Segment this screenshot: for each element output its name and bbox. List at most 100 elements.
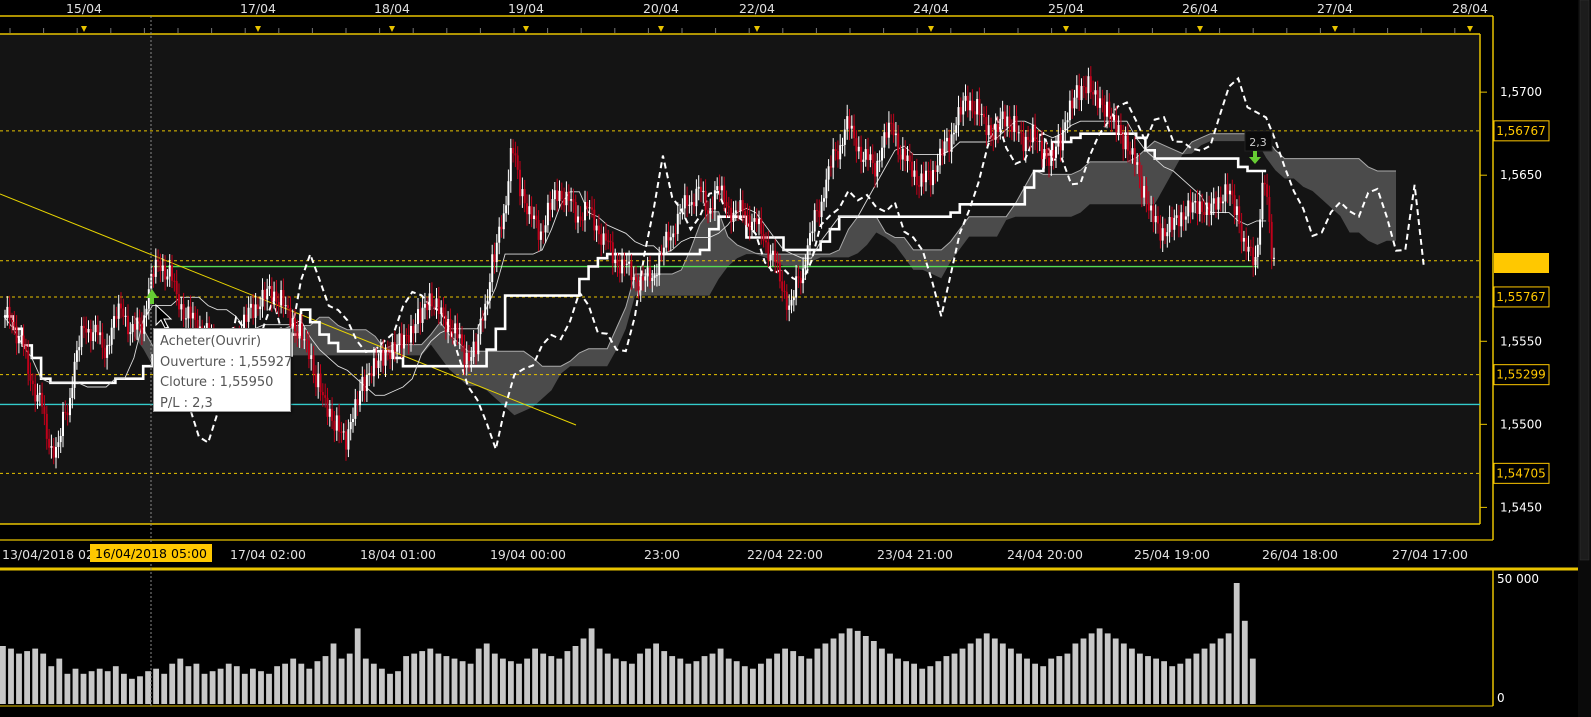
candle-body[interactable] <box>493 254 496 263</box>
candle-body[interactable] <box>1235 206 1238 215</box>
candle-body[interactable] <box>1057 135 1060 147</box>
candle-body[interactable] <box>180 304 183 310</box>
volume-bar[interactable] <box>564 651 571 704</box>
candle-body[interactable] <box>1191 202 1194 213</box>
candle-body[interactable] <box>122 308 125 317</box>
candle-body[interactable] <box>1106 101 1108 117</box>
candle-body[interactable] <box>78 347 81 351</box>
candle-body[interactable] <box>653 275 656 278</box>
candle-body[interactable] <box>1147 202 1150 211</box>
volume-bar[interactable] <box>322 656 329 704</box>
candle-body[interactable] <box>305 339 308 341</box>
volume-bar[interactable] <box>999 643 1006 705</box>
candle-body[interactable] <box>115 316 118 319</box>
candle-body[interactable] <box>1108 101 1111 118</box>
volume-bar[interactable] <box>556 658 563 704</box>
candle-body[interactable] <box>869 154 872 161</box>
candle-body[interactable] <box>732 212 735 222</box>
candle-body[interactable] <box>173 280 176 282</box>
candle-body[interactable] <box>871 154 874 163</box>
candle-body[interactable] <box>574 202 577 223</box>
candle-body[interactable] <box>89 329 92 341</box>
candle-body[interactable] <box>187 306 190 319</box>
candle-body[interactable] <box>876 160 879 177</box>
volume-bar[interactable] <box>491 653 498 704</box>
candle-body[interactable] <box>936 165 939 172</box>
candle-body[interactable] <box>136 317 139 330</box>
candle-body[interactable] <box>806 245 809 265</box>
candle-body[interactable] <box>52 446 55 458</box>
candle-body[interactable] <box>1103 104 1106 117</box>
candle-body[interactable] <box>48 438 51 448</box>
volume-bar[interactable] <box>104 671 111 704</box>
candle-body[interactable] <box>611 242 614 264</box>
candle-body[interactable] <box>1052 150 1055 158</box>
candle-body[interactable] <box>969 100 972 111</box>
candle-body[interactable] <box>245 314 248 322</box>
candle-body[interactable] <box>430 293 433 307</box>
volume-bar[interactable] <box>935 661 942 704</box>
candle-body[interactable] <box>379 350 382 361</box>
candle-body[interactable] <box>491 254 494 283</box>
candle-body[interactable] <box>1217 197 1220 210</box>
candle-body[interactable] <box>1022 132 1025 152</box>
candle-body[interactable] <box>922 173 925 183</box>
candle-body[interactable] <box>400 333 403 349</box>
candle-body[interactable] <box>1001 111 1004 120</box>
candle-body[interactable] <box>662 247 665 255</box>
candle-body[interactable] <box>389 352 392 359</box>
volume-bar[interactable] <box>677 658 684 704</box>
candle-body[interactable] <box>1038 140 1041 142</box>
volume-bar[interactable] <box>798 656 805 704</box>
candle-body[interactable] <box>1154 216 1157 223</box>
volume-bar[interactable] <box>467 663 474 704</box>
volume-bar[interactable] <box>838 633 845 704</box>
volume-bar[interactable] <box>379 668 385 704</box>
candle-body[interactable] <box>676 213 679 234</box>
candle-body[interactable] <box>1101 98 1104 105</box>
candle-body[interactable] <box>778 262 781 282</box>
volume-bar[interactable] <box>387 673 393 704</box>
candle-body[interactable] <box>277 302 280 306</box>
candle-body[interactable] <box>818 210 821 218</box>
candle-body[interactable] <box>129 332 132 335</box>
candle-body[interactable] <box>291 318 294 326</box>
candle-body[interactable] <box>1055 146 1057 158</box>
volume-bar[interactable] <box>854 630 861 704</box>
volume-bar[interactable] <box>1072 643 1079 705</box>
candle-body[interactable] <box>433 306 436 308</box>
candle-body[interactable] <box>530 206 533 219</box>
candle-body[interactable] <box>950 134 953 152</box>
candle-body[interactable] <box>1031 124 1034 143</box>
candle-body[interactable] <box>646 267 649 277</box>
volume-bar[interactable] <box>1008 648 1014 704</box>
candle-body[interactable] <box>259 306 262 310</box>
volume-bar[interactable] <box>822 643 829 705</box>
candle-body[interactable] <box>1224 184 1227 202</box>
candle-body[interactable] <box>456 323 459 339</box>
candle-body[interactable] <box>8 306 11 321</box>
candle-body[interactable] <box>133 324 136 330</box>
candle-body[interactable] <box>600 234 603 245</box>
volume-bar[interactable] <box>524 658 530 704</box>
candle-body[interactable] <box>426 304 429 311</box>
volume-bar[interactable] <box>0 646 6 704</box>
candle-body[interactable] <box>658 254 661 276</box>
candle-body[interactable] <box>955 125 958 133</box>
candle-body[interactable] <box>635 277 637 282</box>
candle-body[interactable] <box>108 344 111 346</box>
volume-bar[interactable] <box>991 638 998 705</box>
candle-body[interactable] <box>1171 217 1173 230</box>
candle-body[interactable] <box>440 307 443 315</box>
volume-bar[interactable] <box>741 666 748 704</box>
candle-body[interactable] <box>405 334 408 336</box>
volume-bar[interactable] <box>1161 661 1167 704</box>
candle-body[interactable] <box>707 210 709 214</box>
candle-body[interactable] <box>512 148 515 154</box>
volume-bar[interactable] <box>983 633 990 704</box>
volume-bar[interactable] <box>338 658 345 704</box>
candle-body[interactable] <box>29 374 32 381</box>
volume-bar[interactable] <box>1112 638 1119 705</box>
candle-body[interactable] <box>911 161 914 177</box>
candle-body[interactable] <box>823 198 825 202</box>
